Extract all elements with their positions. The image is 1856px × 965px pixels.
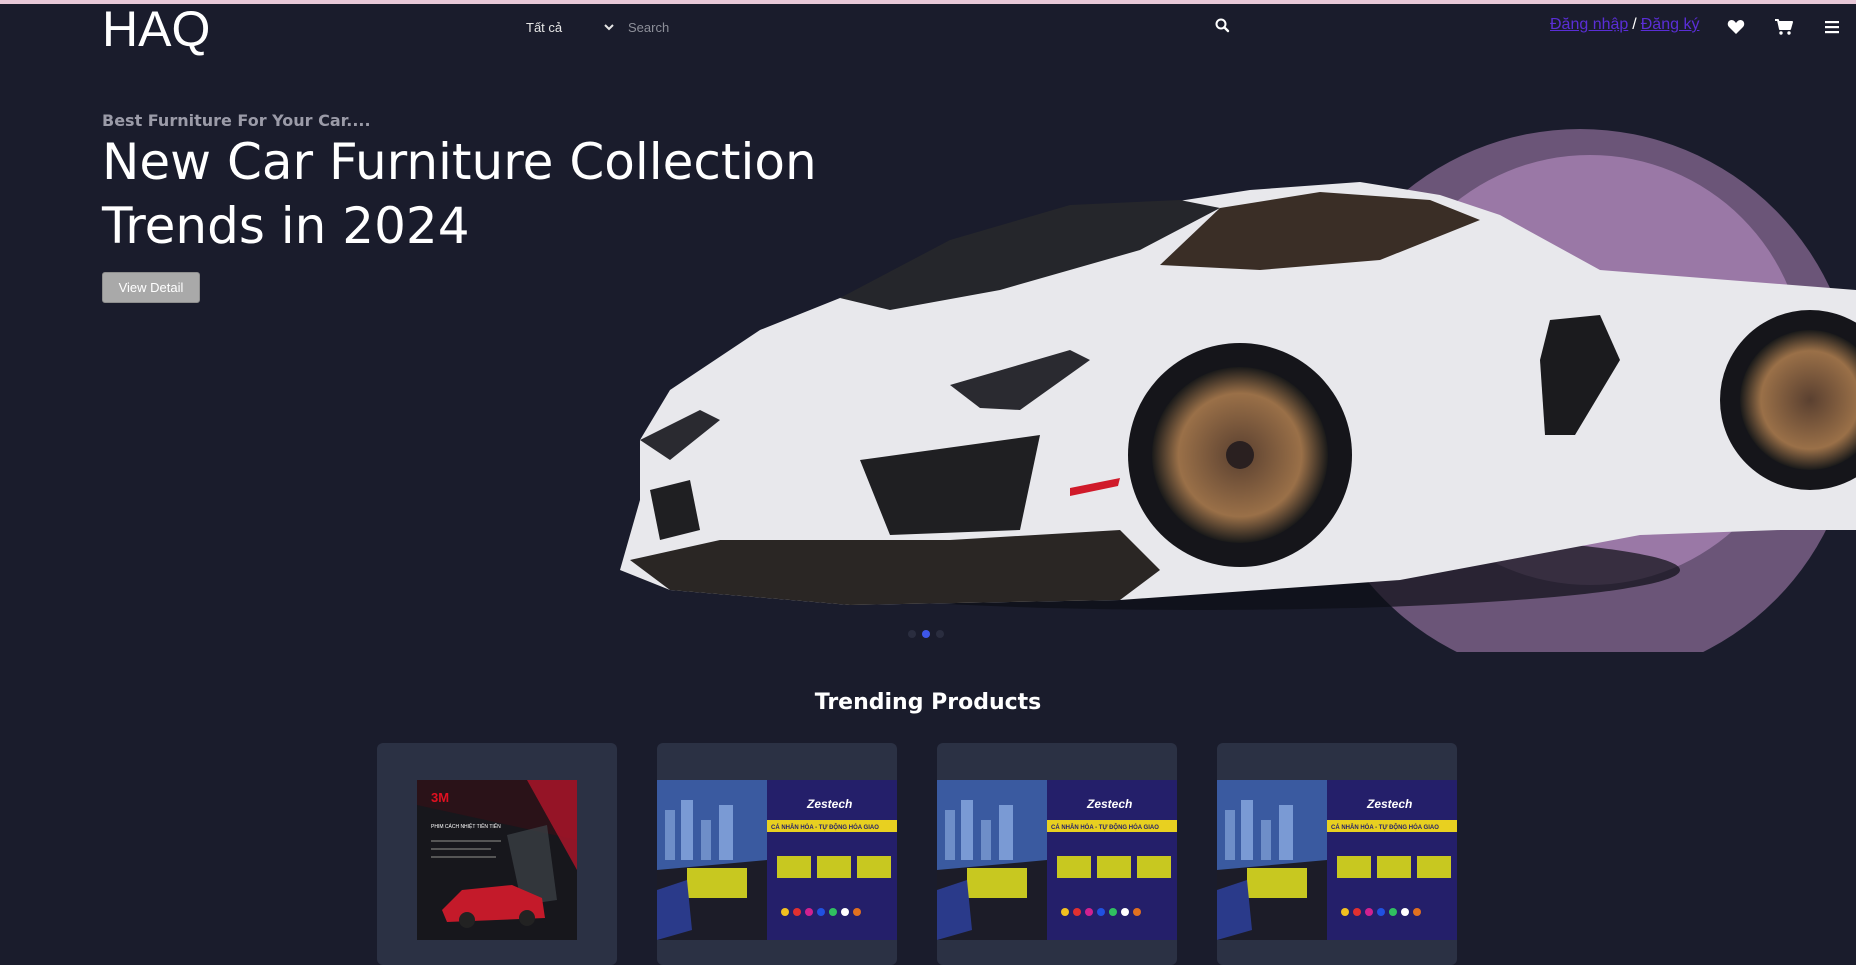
product-brand: Zestech (1366, 797, 1412, 811)
search-icon[interactable] (1214, 17, 1232, 35)
auth-links: Đăng nhập / Đăng ký (1550, 16, 1699, 34)
product-image-text: CÁ NHÂN HÓA - TỰ ĐỘNG HÓA GIAO (1051, 823, 1159, 831)
product-image-text: PHIM CÁCH NHIỆT TIÊN TIẾN (431, 822, 501, 830)
cart-icon[interactable] (1774, 17, 1794, 37)
trending-title: Trending Products (814, 690, 1042, 715)
product-image-text: CÁ NHÂN HÓA - TỰ ĐỘNG HÓA GIAO (1331, 823, 1439, 831)
category-select-value: Tất cả (526, 19, 563, 35)
auth-separator: / (1632, 16, 1637, 33)
product-brand: Zestech (1086, 797, 1132, 811)
product-image[interactable]: Zestech CÁ NHÂN HÓA - TỰ ĐỘNG HÓA GIAO (1217, 780, 1457, 940)
category-select[interactable]: Tất cả (526, 16, 614, 38)
login-link[interactable]: Đăng nhập (1550, 16, 1628, 34)
site-logo[interactable]: HAQ (102, 2, 210, 56)
product-card[interactable]: Zestech CÁ NHÂN HÓA - TỰ ĐỘNG HÓA GIAO (937, 743, 1177, 965)
search-placeholder: Search (628, 19, 670, 35)
product-card[interactable]: Zestech CÁ NHÂN HÓA - TỰ ĐỘNG HÓA GIAO (657, 743, 897, 965)
carousel-dots (908, 630, 944, 638)
view-detail-button[interactable]: View Detail (102, 272, 200, 303)
chevron-down-icon (604, 24, 614, 31)
product-image[interactable]: Zestech CÁ NHÂN HÓA - TỰ ĐỘNG HÓA GIAO (657, 780, 897, 940)
hero-subtitle: Best Furniture For Your Car.... (102, 111, 371, 130)
product-image[interactable]: Zestech CÁ NHÂN HÓA - TỰ ĐỘNG HÓA GIAO (937, 780, 1177, 940)
search-input[interactable]: Search (628, 14, 1198, 40)
product-image-text: CÁ NHÂN HÓA - TỰ ĐỘNG HÓA GIAO (771, 823, 879, 831)
carousel-dot-active[interactable] (922, 630, 930, 638)
carousel-dot[interactable] (908, 630, 916, 638)
menu-icon[interactable] (1822, 17, 1842, 37)
product-brand: 3M (431, 790, 449, 805)
product-card[interactable]: Zestech CÁ NHÂN HÓA - TỰ ĐỘNG HÓA GIAO (1217, 743, 1457, 965)
top-accent-strip (0, 0, 1856, 4)
product-card[interactable]: 3M PHIM CÁCH NHIỆT TIÊN TIẾN (377, 743, 617, 965)
hero-car-image (620, 129, 1856, 652)
product-brand: Zestech (806, 797, 852, 811)
carousel-dot[interactable] (936, 630, 944, 638)
register-link[interactable]: Đăng ký (1641, 16, 1700, 34)
heart-icon[interactable] (1726, 17, 1746, 37)
product-image[interactable]: 3M PHIM CÁCH NHIỆT TIÊN TIẾN (417, 780, 577, 940)
